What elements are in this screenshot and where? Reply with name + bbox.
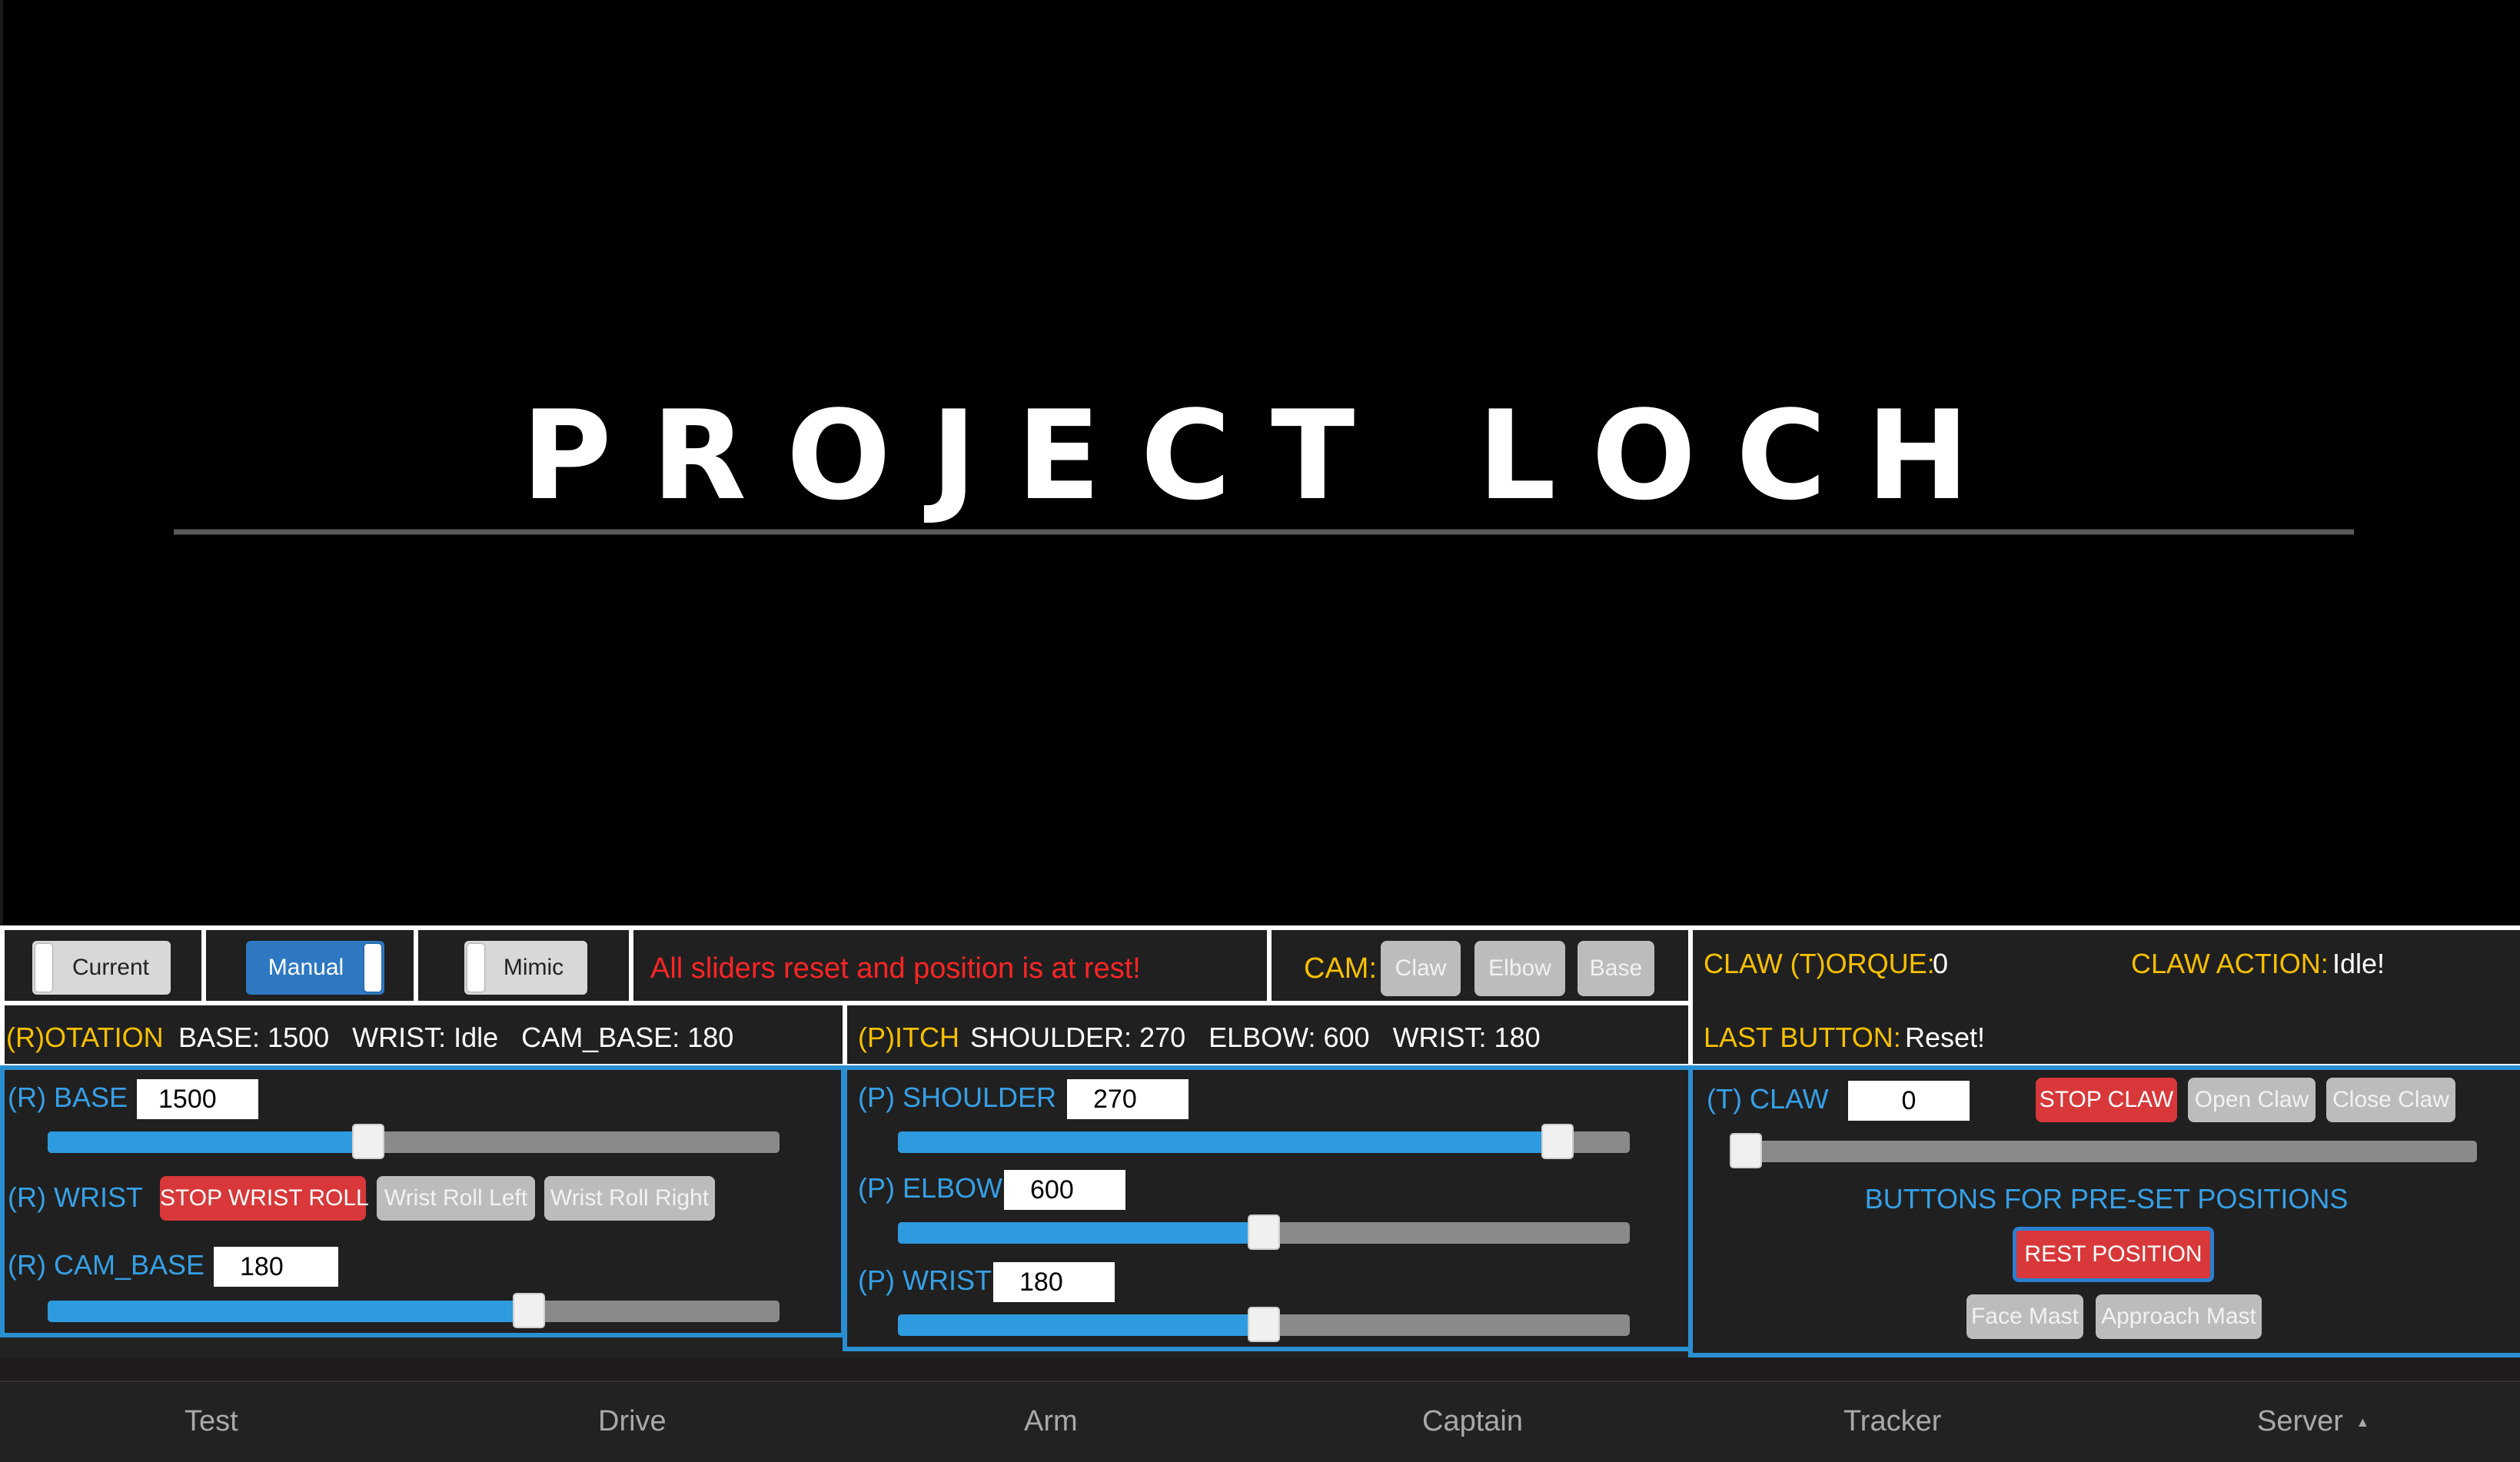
toggle-knob[interactable] — [467, 944, 484, 992]
pitch-elbow-slider[interactable] — [898, 1214, 1630, 1250]
cam-claw-button[interactable]: Claw — [1381, 941, 1461, 996]
rotation-summary: BASE: 1500 WRIST: Idle CAM_BASE: 180 — [178, 1022, 734, 1053]
wrist-roll-left-button[interactable]: Wrist Roll Left — [377, 1176, 535, 1221]
stop-wrist-roll-button[interactable]: STOP WRIST ROLL — [160, 1176, 369, 1221]
slider-fill — [898, 1314, 1264, 1336]
rotation-panel: (R) BASE 1500 (R) WRIST STOP WRIST ROLL … — [0, 1065, 846, 1337]
slider-handle[interactable] — [1248, 1214, 1280, 1250]
pitch-elbow-label: (P) ELBOW — [858, 1172, 1003, 1204]
claw-input[interactable]: 0 — [1848, 1081, 1970, 1121]
claw-action-value: Idle! — [2332, 948, 2385, 979]
claw-action-label: CLAW ACTION: — [2131, 948, 2329, 979]
pitch-panel: (P) SHOULDER 270 (P) ELBOW 600 (P) WRIST… — [843, 1065, 1693, 1351]
pitch-summary-cell: (P)ITCH SHOULDER: 270 ELBOW: 600 WRIST: … — [843, 1001, 1693, 1068]
face-mast-button[interactable]: Face Mast — [1966, 1294, 2083, 1339]
pitch-elbow-input[interactable]: 600 — [1004, 1170, 1125, 1210]
slider-fill — [898, 1131, 1558, 1153]
rest-position-button[interactable]: REST POSITION — [2013, 1227, 2214, 1282]
cam-elbow-button[interactable]: Elbow — [1474, 941, 1565, 996]
slider-fill — [48, 1301, 529, 1322]
status-message-cell: All sliders reset and position is at res… — [629, 925, 1272, 1005]
toggle-knob[interactable] — [35, 944, 52, 992]
pitch-wrist-slider[interactable] — [898, 1307, 1630, 1342]
caret-up-icon: ▲ — [2355, 1414, 2370, 1430]
camera-feed: PROJECT LOCH — [0, 0, 2520, 925]
rotation-summary-cell: (R)OTATION BASE: 1500 WRIST: Idle CAM_BA… — [0, 1001, 847, 1068]
rotation-cam-base-label: (R) CAM_BASE — [8, 1249, 205, 1281]
rotation-base-label: (R) BASE — [8, 1082, 128, 1113]
current-toggle[interactable]: Current — [32, 941, 171, 995]
last-button-label: LAST BUTTON: — [1704, 1022, 1901, 1053]
last-button-value: Reset! — [1905, 1022, 1986, 1053]
manual-toggle-label: Manual — [268, 955, 344, 980]
rotation-base-input[interactable]: 1500 — [137, 1079, 258, 1119]
mimic-toggle-cell: Mimic — [414, 925, 633, 1005]
pitch-header: (P)ITCH — [858, 1022, 959, 1053]
pitch-shoulder-slider[interactable] — [898, 1124, 1630, 1159]
logo-text: PROJECT LOCH — [521, 384, 2009, 527]
slider-handle[interactable] — [1541, 1124, 1574, 1159]
claw-torque-value: 0 — [1933, 948, 1949, 979]
presets-title: BUTTONS FOR PRE-SET POSITIONS — [1864, 1183, 2349, 1214]
wrist-roll-right-button[interactable]: Wrist Roll Right — [544, 1176, 715, 1221]
mimic-toggle[interactable]: Mimic — [464, 941, 587, 995]
cam-select-cell: CAM: Claw Elbow Base — [1267, 925, 1693, 1005]
nav-item-server[interactable]: Server ▲ — [2257, 1405, 2369, 1438]
nav-item-tracker[interactable]: Tracker — [1843, 1405, 1941, 1438]
current-toggle-cell: Current — [0, 925, 206, 1005]
slider-handle[interactable] — [1730, 1133, 1762, 1168]
claw-slider[interactable] — [1730, 1133, 2477, 1168]
rotation-base-slider[interactable] — [48, 1124, 780, 1159]
project-loch-logo: PROJECT LOCH — [174, 384, 2354, 535]
slider-handle[interactable] — [513, 1293, 545, 1328]
pitch-shoulder-label: (P) SHOULDER — [858, 1082, 1057, 1113]
nav-item-arm[interactable]: Arm — [1024, 1405, 1078, 1438]
spacer — [0, 1357, 2520, 1381]
rotation-cam-base-slider[interactable] — [48, 1293, 780, 1328]
slider-handle[interactable] — [352, 1124, 384, 1159]
nav-item-test[interactable]: Test — [185, 1405, 238, 1438]
claw-status-panel: CLAW (T)ORQUE: 0 CLAW ACTION: Idle! LAST… — [1688, 925, 2520, 1068]
mimic-toggle-label: Mimic — [503, 955, 564, 980]
current-toggle-label: Current — [71, 955, 150, 980]
rotation-header: (R)OTATION — [6, 1022, 164, 1053]
pitch-summary: SHOULDER: 270 ELBOW: 600 WRIST: 180 — [970, 1022, 1541, 1053]
bottom-nav: Test Drive Arm Captain Tracker Server ▲ — [0, 1381, 2520, 1462]
claw-panel: (T) CLAW 0 STOP CLAW Open Claw Close Cla… — [1688, 1065, 2520, 1357]
cam-base-button[interactable]: Base — [1577, 941, 1654, 996]
close-claw-button[interactable]: Close Claw — [2326, 1078, 2455, 1122]
status-message: All sliders reset and position is at res… — [650, 952, 1141, 985]
nav-item-server-label: Server — [2257, 1405, 2343, 1437]
nav-item-captain[interactable]: Captain — [1422, 1405, 1523, 1438]
approach-mast-button[interactable]: Approach Mast — [2096, 1294, 2262, 1339]
pitch-wrist-label: (P) WRIST — [858, 1264, 992, 1296]
toggle-knob[interactable] — [364, 944, 381, 992]
pitch-shoulder-input[interactable]: 270 — [1067, 1079, 1189, 1119]
slider-fill — [898, 1222, 1264, 1244]
claw-label: (T) CLAW — [1707, 1083, 1829, 1115]
pitch-wrist-input[interactable]: 180 — [993, 1262, 1115, 1302]
open-claw-button[interactable]: Open Claw — [2188, 1078, 2316, 1122]
claw-torque-label: CLAW (T)ORQUE: — [1704, 948, 1935, 979]
nav-item-drive[interactable]: Drive — [598, 1405, 667, 1438]
slider-handle[interactable] — [1248, 1307, 1280, 1342]
rotation-cam-base-input[interactable]: 180 — [214, 1247, 338, 1287]
slider-fill — [48, 1131, 368, 1153]
manual-toggle[interactable]: Manual — [246, 941, 384, 995]
rotation-wrist-label: (R) WRIST — [8, 1181, 143, 1213]
stop-claw-button[interactable]: STOP CLAW — [2036, 1078, 2177, 1122]
manual-toggle-cell: Manual — [201, 925, 418, 1005]
cam-label: CAM: — [1304, 952, 1377, 985]
